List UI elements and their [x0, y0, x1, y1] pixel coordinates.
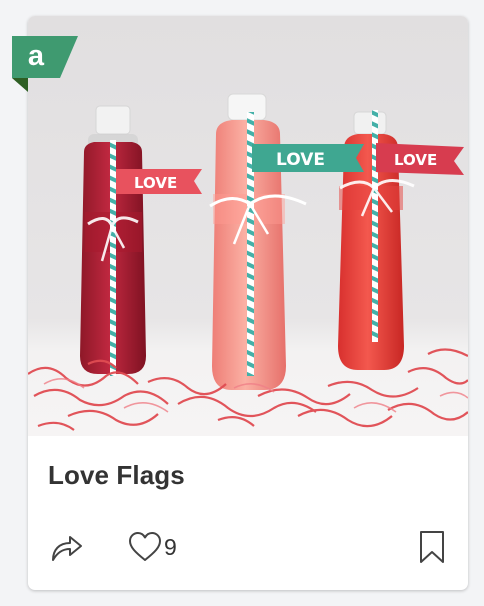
svg-text:LOVE: LOVE — [276, 150, 325, 170]
share-arrow-icon — [52, 536, 82, 561]
card-title[interactable]: Love Flags — [48, 460, 185, 491]
brand-badge: a — [12, 36, 78, 92]
project-card[interactable]: LOVE LOVE LOVE Love Flags 9 — [28, 16, 468, 590]
share-button[interactable] — [49, 528, 85, 564]
like-count: 9 — [164, 533, 177, 560]
brand-logo-letter: a — [27, 40, 45, 72]
heart-icon — [129, 532, 161, 561]
like-button[interactable]: 9 — [128, 530, 177, 564]
svg-text:LOVE: LOVE — [134, 174, 177, 192]
flag-left: LOVE — [116, 169, 202, 194]
flag-middle: LOVE — [252, 144, 364, 172]
flag-right: LOVE — [376, 143, 464, 175]
project-photo[interactable]: LOVE LOVE LOVE — [28, 16, 468, 436]
bookmark-button[interactable] — [417, 530, 447, 564]
svg-text:LOVE: LOVE — [394, 151, 437, 169]
bookmark-icon — [420, 531, 444, 563]
